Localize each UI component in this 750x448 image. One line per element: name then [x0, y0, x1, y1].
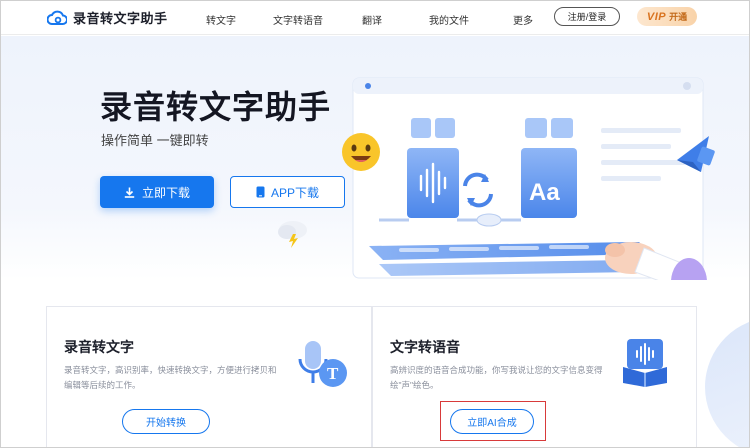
- top-nav-bar: 录音转文字助手 转文字 文字转语音 翻译 我的文件 更多 注册/登录 VIP 开…: [1, 1, 749, 35]
- vip-label: VIP: [646, 10, 667, 23]
- hero-subtitle: 操作简单 一键即转: [101, 133, 209, 148]
- card-title: 文字转语音: [390, 339, 460, 355]
- app-download-button[interactable]: APP下载: [230, 176, 345, 208]
- cloud-lightning-icon: [278, 221, 307, 248]
- download-label: 立即下载: [141, 185, 190, 200]
- card-description: 录音转文字，高识别率，快速转换文字，方便进行拷贝和编辑等后续的工作。: [64, 365, 277, 390]
- register-login-button[interactable]: 注册/登录: [554, 7, 620, 26]
- brand-logo[interactable]: 录音转文字助手: [47, 8, 168, 27]
- highlight-box: [440, 401, 546, 441]
- nav-translate[interactable]: 翻译: [362, 12, 382, 27]
- hero-title: 录音转文字助手: [100, 89, 332, 125]
- brand-name: 录音转文字助手: [73, 11, 168, 26]
- vip-open-button[interactable]: VIP 开通: [637, 7, 697, 26]
- app-download-label: APP下载: [270, 185, 319, 200]
- hero-banner: 录音转文字助手 操作简单 一键即转 立即下载 APP下载 Aa: [1, 36, 749, 280]
- hero-illustration: Aa: [342, 77, 715, 280]
- card-description: 高辨识度的语音合成功能，你写我说让您的文字信息变得绘"声"绘色。: [390, 365, 603, 390]
- nav-tts[interactable]: 文字转语音: [273, 12, 323, 27]
- cloud-logo-icon: [47, 10, 67, 25]
- phone-icon: [256, 186, 265, 198]
- nav-my-files[interactable]: 我的文件: [429, 12, 469, 27]
- nav-transcribe[interactable]: 转文字: [206, 12, 236, 27]
- svg-text:Aa: Aa: [529, 179, 560, 206]
- card-title: 录音转文字: [64, 339, 134, 355]
- svg-text:T: T: [327, 364, 339, 383]
- nav-more[interactable]: 更多: [513, 12, 533, 27]
- audio-book-icon: [623, 339, 667, 387]
- page: 录音转文字助手 转文字 文字转语音 翻译 我的文件 更多 注册/登录 VIP 开…: [0, 0, 750, 448]
- start-convert-button[interactable]: 开始转换: [122, 409, 210, 434]
- download-button[interactable]: 立即下载: [100, 176, 214, 208]
- microphone-text-icon: T: [298, 341, 347, 387]
- feature-card-transcribe: 录音转文字 录音转文字，高识别率，快速转换文字，方便进行拷贝和编辑等后续的工作。…: [46, 306, 372, 447]
- decorative-circle: [705, 317, 749, 447]
- vip-action-label: 开通: [669, 12, 688, 22]
- download-icon: [124, 187, 135, 198]
